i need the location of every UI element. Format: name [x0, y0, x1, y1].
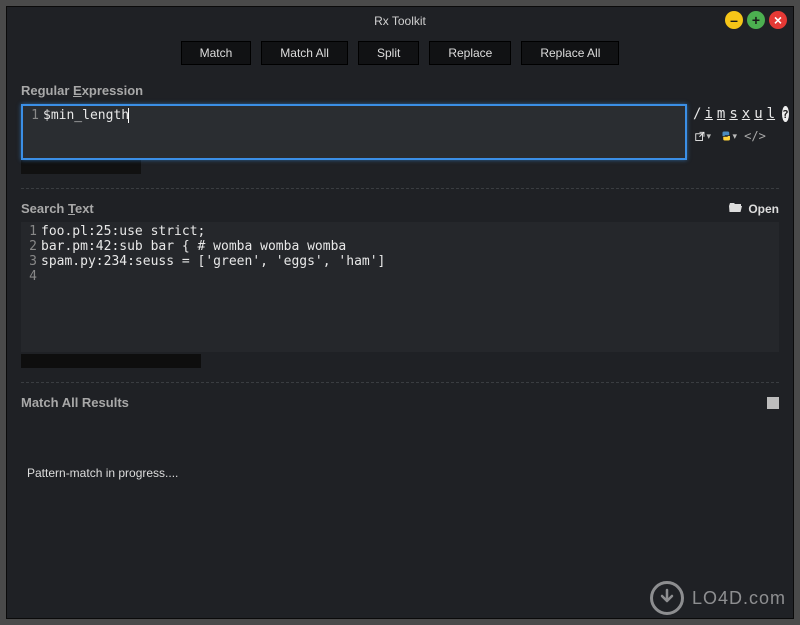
flag-u[interactable]: u — [753, 106, 763, 122]
regex-flags: / i m s x u l ? — [693, 106, 779, 122]
regex-label-pre: Regular — [21, 83, 73, 98]
chevron-down-icon: ▾ — [706, 131, 711, 142]
results-body: Pattern-match in progress.... — [21, 416, 779, 556]
window-controls: – + × — [725, 11, 787, 29]
results-status-text: Pattern-match in progress.... — [27, 466, 178, 480]
watermark-text: LO4D.com — [692, 588, 786, 609]
close-button[interactable]: × — [769, 11, 787, 29]
maximize-button[interactable]: + — [747, 11, 765, 29]
share-arrow-icon[interactable]: ▾ — [695, 128, 711, 144]
code-line: bar.pm:42:sub bar { # womba womba womba — [41, 239, 777, 254]
match-button[interactable]: Match — [181, 41, 252, 65]
stop-icon[interactable] — [767, 397, 779, 409]
search-label-pre: Search — [21, 201, 68, 216]
results-section: Match All Results Pattern-match in progr… — [7, 387, 793, 566]
regex-input[interactable]: 1 $min_length — [21, 104, 687, 160]
replace-all-button[interactable]: Replace All — [521, 41, 619, 65]
open-button[interactable]: Open — [729, 201, 779, 216]
flag-m[interactable]: m — [716, 106, 726, 122]
search-label-post: ext — [75, 201, 94, 216]
regex-label-mnemonic: E — [73, 83, 82, 98]
search-label-mnemonic: T — [68, 201, 75, 216]
flag-l[interactable]: l — [766, 106, 776, 122]
match-all-button[interactable]: Match All — [261, 41, 348, 65]
watermark: LO4D.com — [650, 581, 786, 615]
results-label: Match All Results — [21, 395, 129, 410]
python-icon[interactable]: ▾ — [721, 128, 737, 144]
regex-content[interactable]: $min_length — [23, 106, 685, 154]
open-label: Open — [748, 202, 779, 216]
divider — [21, 382, 779, 383]
search-section: Search Text Open 1 2 3 4 foo.pl:25:use s… — [7, 193, 793, 378]
help-icon[interactable]: ? — [782, 106, 789, 122]
download-circle-icon — [650, 581, 684, 615]
flag-i[interactable]: i — [703, 106, 713, 122]
regex-label: Regular Expression — [21, 83, 779, 98]
flag-s[interactable]: s — [728, 106, 738, 122]
search-scrollbar[interactable] — [21, 354, 201, 368]
flag-x[interactable]: x — [741, 106, 751, 122]
regex-section: Regular Expression 1 $min_length / i m s… — [7, 75, 793, 184]
search-text-input[interactable]: 1 2 3 4 foo.pl:25:use strict;bar.pm:42:s… — [21, 222, 779, 352]
app-window: Rx Toolkit – + × Match Match All Split R… — [6, 6, 794, 619]
split-button[interactable]: Split — [358, 41, 419, 65]
search-content[interactable]: foo.pl:25:use strict;bar.pm:42:sub bar {… — [21, 222, 779, 352]
divider — [21, 188, 779, 189]
action-toolbar: Match Match All Split Replace Replace Al… — [7, 35, 793, 75]
window-title: Rx Toolkit — [374, 14, 426, 28]
regex-text: $min_length — [43, 108, 129, 123]
replace-button[interactable]: Replace — [429, 41, 511, 65]
code-tag-icon[interactable]: </> — [747, 128, 763, 144]
results-header: Match All Results — [21, 395, 779, 410]
titlebar: Rx Toolkit – + × — [7, 7, 793, 35]
regex-side-controls: / i m s x u l ? ▾ ▾ — [693, 104, 779, 144]
code-line: foo.pl:25:use strict; — [41, 224, 777, 239]
text-cursor — [128, 108, 129, 123]
regex-label-post: xpression — [82, 83, 143, 98]
search-header: Search Text Open — [21, 201, 779, 216]
chevron-down-icon: ▾ — [732, 131, 737, 142]
regex-scrollbar[interactable] — [21, 160, 141, 174]
minimize-button[interactable]: – — [725, 11, 743, 29]
regex-tool-icons: ▾ ▾ </> — [693, 128, 779, 144]
folder-open-icon — [729, 201, 743, 216]
code-line: spam.py:234:seuss = ['green', 'eggs', 'h… — [41, 254, 777, 269]
regex-delimiter: / — [693, 106, 701, 122]
